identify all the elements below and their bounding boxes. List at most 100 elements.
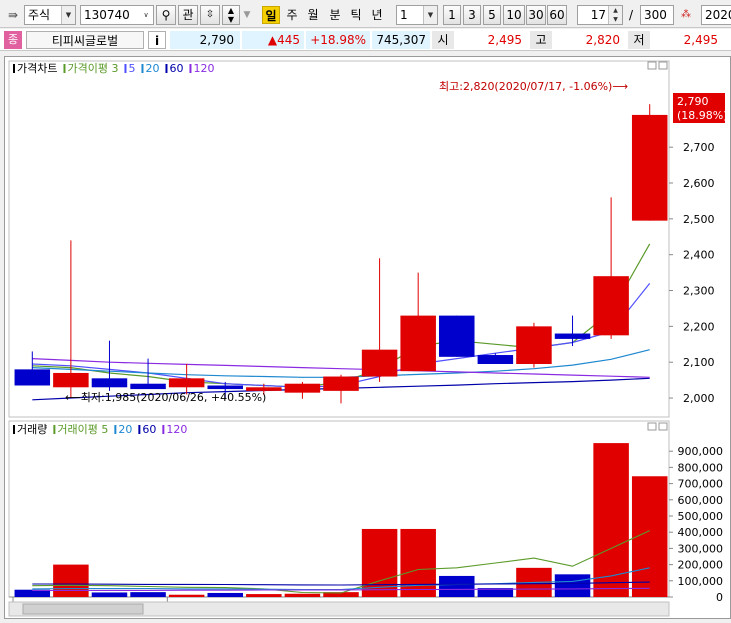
last-price-tag: 2,790 (18.98%) <box>673 93 728 123</box>
stock-name[interactable]: 티피씨글로벌 <box>26 31 144 49</box>
legend-marker <box>53 425 56 434</box>
scroll-bar[interactable] <box>8 601 670 617</box>
volume-tick-label: 0 <box>716 591 723 604</box>
period-month-label: 월 <box>307 8 319 22</box>
count-input[interactable]: 17 ▲ ▼ <box>577 5 623 25</box>
volume-bar <box>439 575 475 597</box>
legend-entry: 거래량 <box>17 423 47 436</box>
volume-panel-frame <box>8 420 670 598</box>
price-tick-label: 2,500 <box>683 213 715 226</box>
date-value: 2020/ <box>705 8 731 22</box>
period-week[interactable]: 주 <box>283 6 301 24</box>
period-week-label: 주 <box>286 8 298 22</box>
panel-toggle-icon[interactable]: ⇛ <box>4 6 22 24</box>
volume-bar <box>593 443 629 597</box>
legend-marker <box>162 425 165 434</box>
price-tick-label: 2,700 <box>683 141 715 154</box>
magnifier-icon: ⚲ <box>161 8 171 22</box>
chevron-down-icon[interactable]: ∨ <box>139 6 153 24</box>
chevron-down-icon[interactable]: ▼ <box>61 6 75 24</box>
info-button[interactable]: i <box>148 31 166 49</box>
count-value: 17 <box>590 8 606 22</box>
candle-body <box>130 383 166 390</box>
spin-updown-icon[interactable]: ▲ ▼ <box>222 5 240 25</box>
spin-updown-icon[interactable]: ▲ ▼ <box>608 6 622 24</box>
open-price: 2,495 <box>456 31 528 49</box>
volume-tick-label: 100,000 <box>678 575 724 588</box>
candle-body <box>554 333 591 339</box>
legend-entry: 60 <box>142 423 156 436</box>
legend-entry: 가격이평 3 <box>67 62 118 75</box>
low-label: 저 <box>628 31 650 49</box>
num-button-30[interactable]: 30 <box>526 5 546 25</box>
num-button-1[interactable]: 1 <box>443 5 461 25</box>
volume-bar <box>284 593 321 597</box>
legend-entry: 5 <box>128 62 135 75</box>
num-button-5[interactable]: 5 <box>483 5 501 25</box>
volume-bar <box>130 592 166 597</box>
change-rate: +18.98% <box>306 31 370 49</box>
candle-body <box>207 385 243 390</box>
search-button[interactable]: ⚲ <box>156 5 176 25</box>
volume-bar <box>554 574 591 597</box>
total-input[interactable]: 300 <box>640 5 674 25</box>
candlestick-chart[interactable]: 가격차트 가격이평 3 5 20 60 120 거래량 거래이평 5 20 60 120 2,70… <box>5 57 731 620</box>
volume-tick-label: 900,000 <box>678 445 724 458</box>
price-tick-label: 2,600 <box>683 177 715 190</box>
candle-body <box>14 369 51 386</box>
stock-badge: 종 <box>4 31 22 49</box>
legend-marker <box>189 64 192 73</box>
legend-marker <box>63 64 66 73</box>
candle-body <box>91 378 128 388</box>
price-tick-label: 2,200 <box>683 320 715 333</box>
scroll-thumb[interactable] <box>22 603 144 615</box>
legend-entry: 가격차트 <box>17 62 57 75</box>
volume-tick-label: 200,000 <box>678 559 724 572</box>
candle-body <box>439 315 475 357</box>
period-day[interactable]: 일 <box>262 6 280 24</box>
num-button-60[interactable]: 60 <box>547 5 567 25</box>
chart-area[interactable]: 가격차트 가격이평 3 5 20 60 120 거래량 거래이평 5 20 60 120 2,70… <box>4 56 731 619</box>
legend-marker <box>138 425 141 434</box>
legend-marker <box>124 64 127 73</box>
price-change: ▲445 <box>242 31 304 49</box>
num-label: 60 <box>549 8 565 22</box>
volume-bar <box>91 592 128 597</box>
market-select[interactable]: 주식 ▼ <box>24 5 76 25</box>
high-price: 2,820 <box>554 31 626 49</box>
chevron-down-icon[interactable]: ▼ <box>423 6 437 24</box>
num-button-3[interactable]: 3 <box>463 5 481 25</box>
toolbar: ⇛ 주식 ▼ 130740 ∨ ⚲ 관 ⇳ ▲ ▼ ▼ 일 주 월 분 틱 년 1… <box>0 0 731 28</box>
quote-row: 종 티피씨글로벌 i 2,790 ▲445 +18.98% 745,307 시 … <box>0 29 731 51</box>
period-month[interactable]: 월 <box>304 6 322 24</box>
legend-marker <box>13 64 15 73</box>
candle-body <box>168 378 205 388</box>
volume-tick-label: 800,000 <box>678 461 724 474</box>
dropdown-arrow-icon[interactable]: ▼ <box>242 6 252 24</box>
legend-entry: 120 <box>166 423 187 436</box>
double-chevron-icon[interactable]: ⇳ <box>200 5 220 25</box>
num-label: 30 <box>528 8 544 22</box>
period-value-select[interactable]: 1 ▼ <box>396 5 438 25</box>
legend-entry: 20 <box>118 423 132 436</box>
volume-tick-label: 700,000 <box>678 478 724 491</box>
volume-bar <box>207 592 243 597</box>
gwan-button[interactable]: 관 <box>178 5 198 25</box>
grid-settings-icon[interactable]: ⁂ <box>676 6 696 24</box>
num-button-10[interactable]: 10 <box>503 5 525 25</box>
candle-body <box>323 376 359 391</box>
num-label: 10 <box>506 8 522 22</box>
period-year[interactable]: 년 <box>368 6 386 24</box>
period-tick-label: 틱 <box>350 8 362 22</box>
code-input[interactable]: 130740 ∨ <box>80 5 154 25</box>
price-axis: 2,700 2,600 2,500 2,400 2,300 2,200 2,100 2,000… <box>669 105 715 405</box>
code-input-value: 130740 <box>84 8 130 22</box>
last-price-value: 2,790 <box>677 95 709 108</box>
period-tick[interactable]: 틱 <box>347 6 365 24</box>
price-tick-label: 2,000 <box>683 392 715 405</box>
date-input[interactable]: 2020/ <box>701 5 731 25</box>
max-price-note: 최고:2,820(2020/07/17, -1.06%)⟶ <box>439 80 628 93</box>
price-tick-label: 2,400 <box>683 249 715 262</box>
period-minute[interactable]: 분 <box>326 6 344 24</box>
candle-body <box>53 372 89 388</box>
